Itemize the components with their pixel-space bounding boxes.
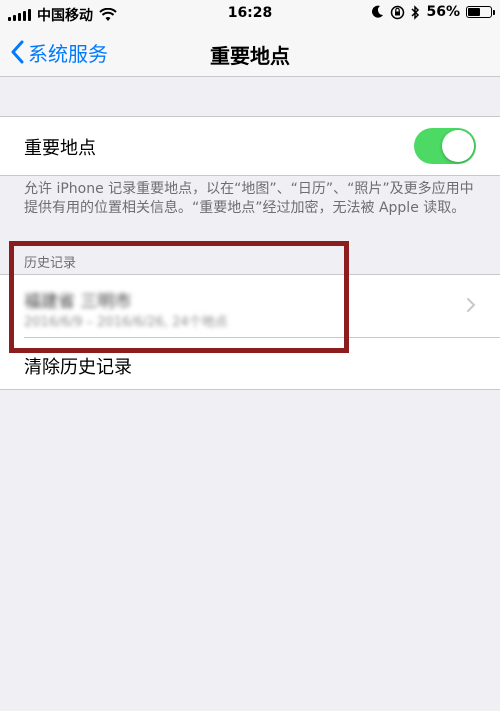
section-header-history: 历史记录 (24, 256, 77, 271)
battery-percent: 56% (426, 4, 460, 20)
battery-icon (466, 6, 495, 18)
bluetooth-icon (411, 4, 420, 20)
significant-locations-toggle[interactable] (414, 128, 476, 164)
toggle-label: 重要地点 (24, 138, 96, 159)
moon-icon (372, 5, 384, 18)
status-right: 56% (371, 4, 495, 20)
row-divider (24, 337, 500, 338)
navigation-bar: 系统服务 重要地点 (0, 28, 500, 77)
clear-history-button[interactable]: 清除历史记录 (24, 353, 132, 379)
battery-fill (468, 8, 480, 16)
chevron-right-icon (467, 298, 476, 312)
page-title: 重要地点 (210, 44, 290, 68)
toggle-knob (442, 130, 474, 162)
orientation-lock-icon (391, 5, 405, 19)
status-bar: 中国移动 16:28 56% (0, 0, 500, 28)
history-item[interactable]: 福建省 三明市 2016/6/9 – 2016/6/26, 24个地点 (0, 275, 500, 335)
history-list: 福建省 三明市 2016/6/9 – 2016/6/26, 24个地点 清除历史… (0, 274, 500, 390)
significant-locations-row: 重要地点 (0, 116, 500, 176)
history-item-subtitle: 2016/6/9 – 2016/6/26, 24个地点 (24, 315, 228, 330)
footer-note: 允许 iPhone 记录重要地点，以在“地图”、“日历”、“照片”及更多应用中提… (24, 181, 474, 216)
history-item-title: 福建省 三明市 (24, 292, 132, 312)
